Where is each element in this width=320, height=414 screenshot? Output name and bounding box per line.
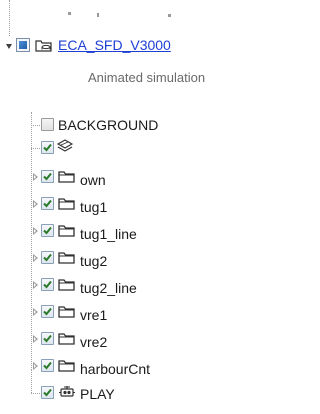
folder-icon [58,359,76,378]
expand-arrow-icon[interactable] [33,200,38,208]
folder-icon [58,305,76,324]
cut-off-mark-2 [97,13,99,17]
root-model-link[interactable]: ECA_SFD_V3000 [58,37,171,53]
tree-item-label: harbourCnt [80,361,151,377]
folder-icon [58,170,76,189]
folder-icon [58,278,76,297]
vre2-checkbox[interactable] [41,332,54,345]
own-checkbox[interactable] [41,170,54,183]
expand-arrow-icon[interactable] [33,173,38,181]
tree-item-label: tug1 [80,199,108,215]
root-subtitle: Animated simulation [88,70,206,85]
tree-branch [31,393,40,394]
expand-arrow-icon[interactable] [33,254,38,262]
tug1-checkbox[interactable] [41,197,54,210]
expand-arrow-icon[interactable] [33,281,38,289]
tree-item-label: tug2 [80,253,108,269]
tree-item-label: vre2 [80,334,108,350]
folder-icon [58,251,76,270]
cut-off-mark-1 [68,12,71,15]
tree-item-label: own [80,172,106,188]
tree-item-label: tug1_line [80,226,137,242]
tree-connector-last [31,370,32,393]
tug2-checkbox[interactable] [41,251,54,264]
layers-checkbox[interactable] [41,141,54,154]
vre1-checkbox[interactable] [41,305,54,318]
root-tristate-checkbox[interactable] [16,38,30,52]
tree-branch [31,125,40,126]
folder-icon [58,197,76,216]
database-folder-icon [35,38,53,57]
tree-item-label: tug2_line [80,280,137,296]
tree-item-label: vre1 [80,307,108,323]
tree-item-label: PLAY [80,386,115,402]
tug1-line-checkbox[interactable] [41,224,54,237]
collapse-arrow-icon[interactable] [6,44,12,49]
expand-arrow-icon[interactable] [33,308,38,316]
play-checkbox[interactable] [41,386,54,399]
expand-arrow-icon[interactable] [33,335,38,343]
play-control-icon [58,384,76,405]
layers-icon [56,138,74,159]
folder-icon [58,332,76,351]
tug2-line-checkbox[interactable] [41,278,54,291]
tree-item-label: BACKGROUND [58,117,159,133]
tree-branch [31,148,40,149]
tree-connector-top [9,0,10,36]
cut-off-mark-3 [168,14,171,17]
harbourcnt-checkbox[interactable] [41,359,54,372]
tree-connector-children [31,112,32,370]
expand-arrow-icon[interactable] [33,227,38,235]
folder-icon [58,224,76,243]
background-checkbox[interactable] [41,118,54,131]
expand-arrow-icon[interactable] [33,362,38,370]
